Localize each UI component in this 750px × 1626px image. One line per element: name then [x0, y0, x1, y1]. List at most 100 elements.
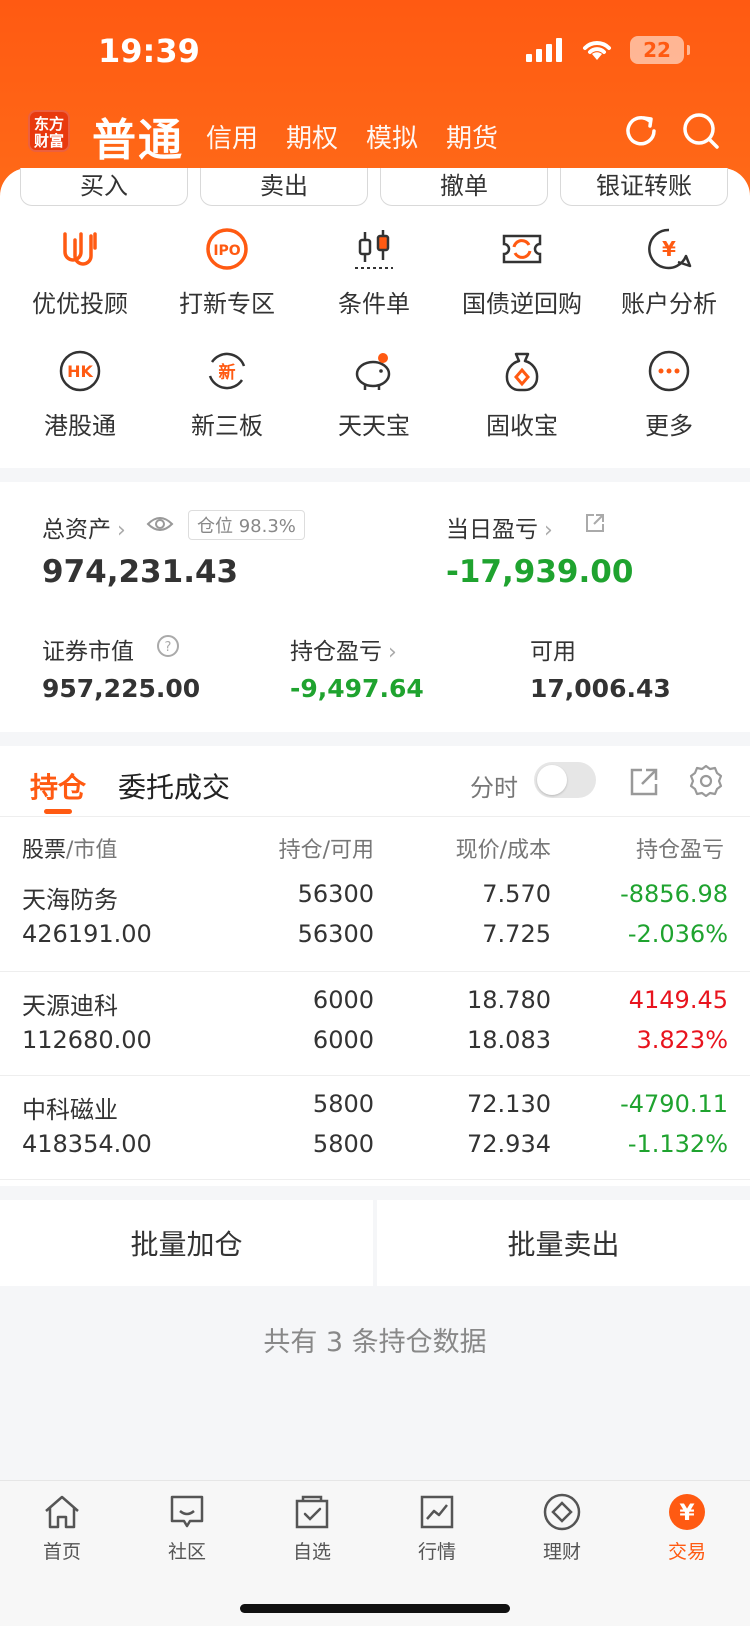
grid-item-account-analysis[interactable]: ¥ 账户分析 [594, 226, 744, 319]
holding-pl: -8856.98 [620, 880, 728, 908]
grid-item-new-board[interactable]: 新 新三板 [152, 348, 302, 441]
signal-icon [526, 38, 562, 62]
grid-item-youyou[interactable]: 优优投顾 [5, 226, 155, 319]
tab-futures[interactable]: 期货 [446, 118, 498, 155]
tabbar-wealth[interactable]: 理财 [512, 1491, 612, 1564]
bulk-add-button[interactable]: 批量加仓 [0, 1200, 373, 1286]
battery-icon: 22 [630, 36, 690, 64]
grid-item-tiantianbao[interactable]: 天天宝 [299, 348, 449, 441]
grid-label: 条件单 [338, 290, 410, 318]
account-type-nav: 东方 财富 普通 信用 期权 模拟 期货 [0, 104, 750, 166]
holding-pl: 4149.45 [628, 986, 728, 1014]
svg-text:HK: HK [67, 362, 93, 381]
chevron-right-icon: › [117, 518, 126, 543]
grid-item-more[interactable]: 更多 [594, 348, 744, 441]
piggy-bank-icon [355, 353, 391, 390]
table-row[interactable]: 中科磁业 418354.00 5800 5800 72.130 72.934 -… [0, 1076, 750, 1180]
grid-label: 优优投顾 [32, 290, 128, 318]
asset-summary: 总资产 › 仓位 98.3% 974,231.43 当日盈亏 › -17,939.0… [0, 482, 750, 732]
daily-pl-value: -17,939.00 [446, 554, 634, 590]
settings-gear-icon[interactable] [689, 764, 723, 798]
grid-label: 新三板 [191, 412, 263, 440]
youyou-icon [63, 232, 97, 266]
refresh-icon[interactable] [620, 110, 662, 152]
home-indicator[interactable] [240, 1604, 510, 1613]
sell-button[interactable]: 卖出 [200, 168, 368, 206]
tab-simulated[interactable]: 模拟 [366, 118, 418, 155]
trade-actions-card: 买入 卖出 撤单 银证转账 优优投顾 IPO 打新专区 条件单 国债逆回购 ¥ … [0, 168, 750, 468]
holdings-panel: 持仓 委托成交 分时 股票/市值 持仓/可用 现价/成本 持仓盈亏 天海防务 4… [0, 746, 750, 1186]
watchlist-icon [295, 1495, 329, 1529]
holding-pl-pct: 3.823% [636, 1026, 728, 1054]
svg-text:IPO: IPO [213, 243, 240, 259]
market-icon [420, 1495, 454, 1529]
grid-item-ipo[interactable]: IPO 打新专区 [152, 226, 302, 319]
more-icon [648, 350, 690, 392]
yuan-chat-icon: ¥ [648, 228, 692, 270]
tab-credit[interactable]: 信用 [206, 118, 258, 155]
logo-text-top: 东方 [33, 115, 64, 133]
tabbar-home[interactable]: 首页 [12, 1491, 112, 1564]
table-row[interactable]: 天海防务 426191.00 56300 56300 7.570 7.725 -… [0, 868, 750, 972]
position-ratio-badge: 仓位 98.3% [188, 510, 305, 540]
svg-text:新: 新 [219, 362, 236, 383]
svg-text:¥: ¥ [679, 1501, 695, 1526]
money-bag-icon [505, 352, 539, 392]
available-label: 可用 [530, 639, 576, 665]
tab-options[interactable]: 期权 [286, 118, 338, 155]
tabbar-label: 社区 [167, 1541, 206, 1563]
grid-item-repo[interactable]: 国债逆回购 [447, 226, 597, 319]
grid-label: 打新专区 [179, 290, 275, 318]
tabbar-label: 自选 [292, 1541, 331, 1563]
tabbar-market[interactable]: 行情 [387, 1491, 487, 1564]
holding-pl-link[interactable]: 持仓盈亏 › [290, 632, 397, 666]
tabbar-community[interactable]: 社区 [137, 1491, 237, 1564]
eye-icon[interactable] [146, 514, 174, 534]
grid-item-gushoubao[interactable]: 固收宝 [447, 348, 597, 441]
col-price-title: 现价 [455, 838, 500, 863]
timeshare-toggle[interactable] [534, 762, 596, 798]
search-icon[interactable] [680, 110, 722, 152]
grid-label: 更多 [645, 412, 693, 440]
timeshare-label: 分时 [470, 774, 518, 802]
svg-text:¥: ¥ [662, 237, 676, 261]
grid-item-hk-connect[interactable]: HK 港股通 [5, 348, 155, 441]
total-assets-link[interactable]: 总资产 › [42, 510, 126, 544]
total-assets-value: 974,231.43 [42, 554, 239, 590]
buy-button[interactable]: 买入 [20, 168, 188, 206]
help-icon[interactable]: ? [156, 634, 180, 658]
share-icon[interactable] [584, 512, 606, 534]
status-time: 19:39 [98, 32, 200, 70]
holding-pl-value: -9,497.64 [290, 674, 424, 703]
tabbar-label: 理财 [542, 1541, 581, 1563]
cancel-order-button[interactable]: 撤单 [380, 168, 548, 206]
wealth-icon [543, 1493, 581, 1531]
app-logo: 东方 财富 [28, 110, 70, 152]
bulk-sell-button[interactable]: 批量卖出 [377, 1200, 750, 1286]
daily-pl-link[interactable]: 当日盈亏 › [446, 510, 553, 544]
available-value: 17,006.43 [530, 674, 671, 703]
export-icon[interactable] [628, 766, 660, 798]
table-row[interactable]: 天源迪科 112680.00 6000 6000 18.780 18.083 4… [0, 972, 750, 1076]
tabbar-watchlist[interactable]: 自选 [262, 1491, 362, 1564]
grid-item-conditional-order[interactable]: 条件单 [299, 226, 449, 319]
candlestick-icon [355, 230, 393, 269]
tabbar-trade[interactable]: ¥ 交易 [637, 1491, 737, 1564]
status-icons: 22 [526, 36, 690, 64]
chevron-right-icon: › [544, 518, 553, 543]
holding-pl-pct: -2.036% [627, 920, 728, 948]
grid-label: 国债逆回购 [462, 290, 582, 318]
status-bar: 19:39 22 [0, 28, 750, 76]
grid-label: 账户分析 [621, 290, 717, 318]
tab-positions[interactable]: 持仓 [30, 766, 86, 806]
tab-normal[interactable]: 普通 [92, 104, 184, 168]
wifi-icon [583, 41, 611, 60]
holding-pl-pct: -1.132% [627, 1130, 728, 1158]
bank-transfer-button[interactable]: 银证转账 [560, 168, 728, 206]
tab-orders[interactable]: 委托成交 [118, 766, 230, 806]
market-value: 957,225.00 [42, 674, 201, 703]
repo-icon [502, 234, 542, 264]
grid-label: 天天宝 [338, 412, 410, 440]
active-tab-indicator [44, 809, 72, 814]
logo-text-bottom: 财富 [33, 132, 64, 150]
